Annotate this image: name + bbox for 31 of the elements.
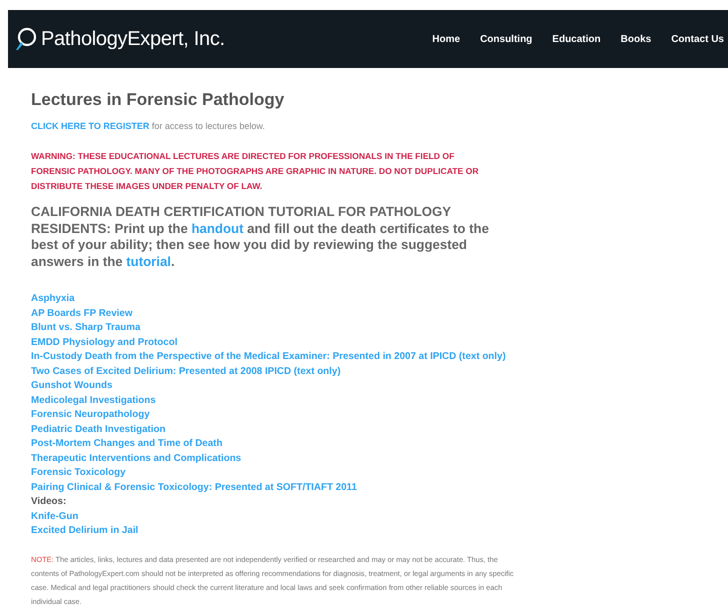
- lecture-link[interactable]: Blunt vs. Sharp Trauma: [31, 322, 140, 333]
- site-logo[interactable]: PathologyExpert, Inc.: [41, 28, 225, 50]
- lecture-link[interactable]: Asphyxia: [31, 293, 75, 304]
- section-label: Videos:: [31, 496, 66, 507]
- lecture-link[interactable]: In-Custody Death from the Perspective of the Medical Examiner: Presented in 2007 at IPICD (text only): [31, 351, 506, 362]
- lecture-link[interactable]: Forensic Neuropathology: [31, 409, 150, 420]
- lecture-link[interactable]: EMDD Physiology and Protocol: [31, 336, 178, 348]
- register-link[interactable]: CLICK HERE TO REGISTER: [31, 121, 150, 131]
- lecture-link[interactable]: Excited Delirium in Jail: [31, 525, 138, 536]
- lecture-link[interactable]: Post-Mortem Changes and Time of Death: [31, 438, 222, 449]
- lecture-link[interactable]: Gunshot Wounds: [31, 380, 112, 391]
- lecture-link[interactable]: Pediatric Death Investigation: [31, 424, 166, 434]
- page-title: Lectures in Forensic Pathology: [31, 90, 286, 110]
- nav-link[interactable]: Books: [620, 34, 652, 44]
- nav-link[interactable]: Home: [432, 34, 460, 44]
- nav-link[interactable]: Education: [552, 34, 601, 44]
- lecture-link[interactable]: Pairing Clinical & Forensic Toxicology: Presented at SOFT/TIAFT 2011: [31, 482, 357, 492]
- lecture-link[interactable]: Medicolegal Investigations: [31, 394, 156, 406]
- lecture-link[interactable]: Forensic Toxicology: [31, 467, 126, 478]
- warning-text: WARNING: THESE EDUCATIONAL LECTURES ARE DIRECTED FOR PROFESSIONALS IN THE FIELD OF FORENSIC PATHOLOGY. MANY OF THE PHOTOGRAPHS ARE GRAPHIC IN NATURE. DO NOT DUPLICATE OR DISTRIBUTE THESE IMAGES UNDER PENALTY OF LAW.: [31, 150, 480, 193]
- tutorial-text: CALIFORNIA DEATH CERTIFICATION TUTORIAL FOR PATHOLOGY RESIDENTS: Print up the handout and fill out the death certificates to the best of your ability; then see how you did by reviewing the suggested answers in the tutorial.: [31, 204, 490, 270]
- nav-link[interactable]: Consulting: [480, 34, 532, 44]
- tutorial-link[interactable]: tutorial: [126, 254, 171, 268]
- lecture-link[interactable]: Two Cases of Excited Delirium: Presented at 2008 IPICD (text only): [31, 366, 341, 376]
- nav-link[interactable]: Contact Us: [671, 34, 724, 44]
- register-text: CLICK HERE TO REGISTER for access to lectures below.: [31, 121, 266, 131]
- lecture-link[interactable]: Knife-Gun: [31, 510, 78, 522]
- lecture-link[interactable]: AP Boards FP Review: [31, 308, 132, 318]
- magnifier-icon: [14, 27, 38, 51]
- lecture-link[interactable]: Therapeutic Interventions and Complications: [31, 452, 242, 464]
- tutorial-link[interactable]: handout: [191, 220, 244, 236]
